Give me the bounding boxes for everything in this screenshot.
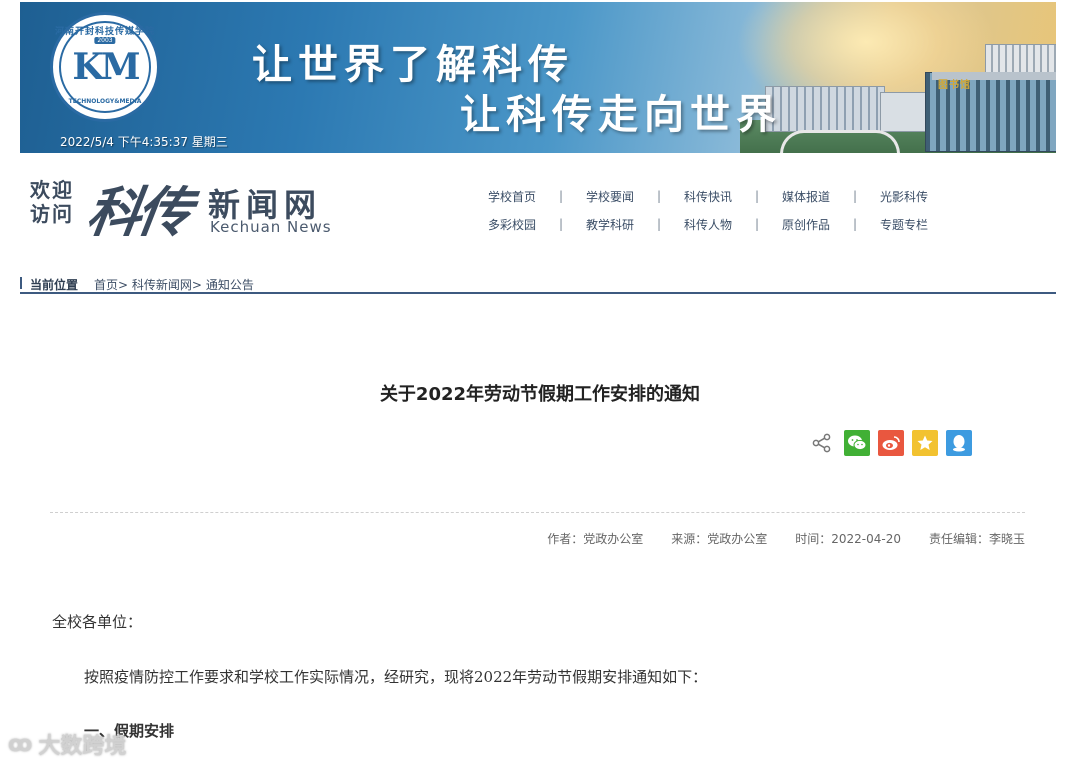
- nav-separator: |: [852, 189, 858, 203]
- campus-building: [765, 86, 885, 132]
- meta-divider: [50, 512, 1025, 513]
- logo-year: 2003: [94, 37, 116, 44]
- watermark-logo-icon: ꝏ: [8, 731, 33, 757]
- nav-separator: |: [656, 217, 662, 231]
- nav-item-school-home[interactable]: 学校首页: [475, 188, 549, 205]
- nav-row-2: 多彩校园 | 教学科研 | 科传人物 | 原创作品 | 专题专栏: [475, 210, 975, 238]
- share-bar: [812, 430, 972, 456]
- breadcrumb-label: 当前位置: [30, 278, 79, 292]
- nav-separator: |: [656, 189, 662, 203]
- top-banner: 图书馆 河南开封科技传媒学院 2003 KM TECHNOLOGY&MEDIA …: [20, 2, 1056, 153]
- watermark: ꝏ 大数跨境: [8, 728, 126, 760]
- school-logo[interactable]: 河南开封科技传媒学院 2003 KM TECHNOLOGY&MEDIA: [50, 12, 160, 122]
- welcome-line-1: 欢迎: [30, 178, 74, 202]
- nav-item-photo[interactable]: 光影科传: [867, 188, 941, 205]
- meta-source: 来源：党政办公室: [671, 532, 768, 546]
- watermark-text: 大数跨境: [38, 734, 127, 759]
- logo-school-name: 河南开封科技传媒学院: [54, 27, 155, 37]
- share-icon[interactable]: [812, 430, 832, 456]
- brand-english: Kechuan News: [210, 218, 332, 236]
- nav-item-teaching-research[interactable]: 教学科研: [573, 216, 647, 233]
- nav-row-1: 学校首页 | 学校要闻 | 科传快讯 | 媒体报道 | 光影科传: [475, 182, 975, 210]
- nav-separator: |: [558, 217, 564, 231]
- weibo-icon[interactable]: [878, 430, 904, 456]
- article-meta: 作者：党政办公室 来源：党政办公室 时间：2022-04-20 责任编辑：李晓玉: [547, 530, 1025, 547]
- nav-item-media-reports[interactable]: 媒体报道: [769, 188, 843, 205]
- breadcrumb: 当前位置 首页> 科传新闻网> 通知公告: [20, 274, 1056, 294]
- breadcrumb-home[interactable]: 首页: [94, 278, 118, 292]
- meta-editor: 责任编辑：李晓玉: [928, 532, 1025, 546]
- favorite-icon[interactable]: [912, 430, 938, 456]
- nav-item-campus[interactable]: 多彩校园: [475, 216, 549, 233]
- article-title: 关于2022年劳动节假期工作安排的通知: [379, 384, 701, 405]
- banner-slogan-2: 让科传走向世界: [460, 91, 782, 138]
- nav-separator: |: [852, 217, 858, 231]
- meta-author: 作者：党政办公室: [547, 532, 644, 546]
- site-header: 欢迎 访问 科传 新闻网 Kechuan News 学校首页 | 学校要闻 | …: [20, 160, 1056, 250]
- article-greeting: 全校各单位：: [52, 613, 143, 631]
- nav-separator: |: [558, 189, 564, 203]
- nav-item-flash-news[interactable]: 科传快讯: [671, 188, 745, 205]
- nav-item-special-topics[interactable]: 专题专栏: [867, 216, 941, 233]
- welcome-text: 欢迎 访问: [30, 178, 74, 226]
- nav-separator: |: [754, 189, 760, 203]
- library-sign: 图书馆: [938, 80, 971, 91]
- meta-time: 时间：2022-04-20: [795, 532, 901, 546]
- breadcrumb-news-site[interactable]: 科传新闻网: [132, 278, 192, 292]
- breadcrumb-notices[interactable]: 通知公告: [206, 278, 254, 292]
- brand-script-logo[interactable]: 科传: [82, 168, 193, 247]
- main-nav: 学校首页 | 学校要闻 | 科传快讯 | 媒体报道 | 光影科传 多彩校园 | …: [475, 182, 975, 238]
- qq-icon[interactable]: [946, 430, 972, 456]
- wechat-icon[interactable]: [844, 430, 870, 456]
- bridge-arc: [780, 130, 900, 153]
- article-intro: 按照疫情防控工作要求和学校工作实际情况，经研究，现将2022年劳动节假期安排通知…: [84, 668, 708, 686]
- nav-item-school-news[interactable]: 学校要闻: [573, 188, 647, 205]
- campus-building: [880, 92, 930, 132]
- nav-item-original-works[interactable]: 原创作品: [769, 216, 843, 233]
- nav-item-people[interactable]: 科传人物: [671, 216, 745, 233]
- welcome-line-2: 访问: [30, 202, 74, 226]
- breadcrumb-sep: >: [118, 278, 129, 292]
- breadcrumb-sep: >: [191, 278, 202, 292]
- nav-separator: |: [754, 217, 760, 231]
- date-time-clock: 2022/5/4 下午4:35:37 星期三: [60, 135, 228, 149]
- breadcrumb-path: 首页> 科传新闻网> 通知公告: [94, 276, 254, 293]
- breadcrumb-marker: [20, 277, 22, 289]
- logo-english-name: TECHNOLOGY&MEDIA: [68, 98, 142, 105]
